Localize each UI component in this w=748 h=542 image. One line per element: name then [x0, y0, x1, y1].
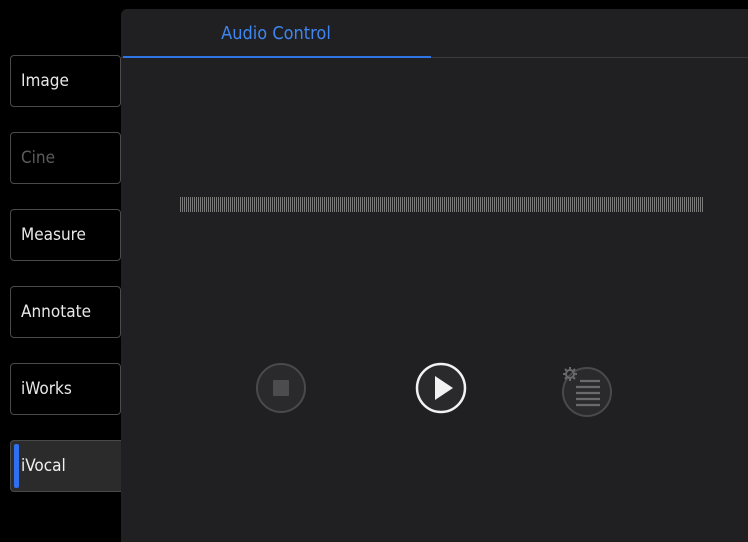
stop-button[interactable] — [255, 362, 307, 414]
sidebar-item-label: Image — [21, 71, 69, 91]
stop-icon — [256, 363, 306, 413]
settings-list-icon — [562, 367, 612, 417]
ivocal-panel: Audio Control — [121, 9, 748, 542]
audio-settings-button[interactable] — [559, 362, 612, 417]
sidebar-item-label: Measure — [21, 225, 86, 245]
sidebar-item-ivocal[interactable]: iVocal — [10, 440, 123, 492]
active-tab-underline — [123, 56, 431, 58]
tab-label: Audio Control — [221, 22, 331, 44]
tab-bar: Audio Control — [121, 9, 748, 58]
play-icon — [415, 362, 467, 414]
tab-audio-control[interactable]: Audio Control — [121, 9, 431, 57]
sidebar-item-image[interactable]: Image — [10, 55, 121, 107]
sidebar-item-label: Annotate — [21, 302, 91, 322]
play-button[interactable] — [415, 362, 467, 414]
sidebar-item-cine[interactable]: Cine — [10, 132, 121, 184]
sidebar-item-label: iWorks — [21, 379, 72, 399]
sidebar: Image Cine Measure Annotate iWorks iVoca… — [0, 0, 123, 542]
ultrasound-screen: Image Cine Measure Annotate iWorks iVoca… — [0, 0, 748, 542]
sidebar-item-label: iVocal — [21, 456, 66, 476]
sidebar-item-label: Cine — [21, 148, 56, 168]
active-indicator — [14, 444, 19, 488]
sidebar-item-annotate[interactable]: Annotate — [10, 286, 121, 338]
sidebar-item-iworks[interactable]: iWorks — [10, 363, 121, 415]
audio-waveform[interactable] — [180, 197, 704, 212]
sidebar-item-measure[interactable]: Measure — [10, 209, 121, 261]
